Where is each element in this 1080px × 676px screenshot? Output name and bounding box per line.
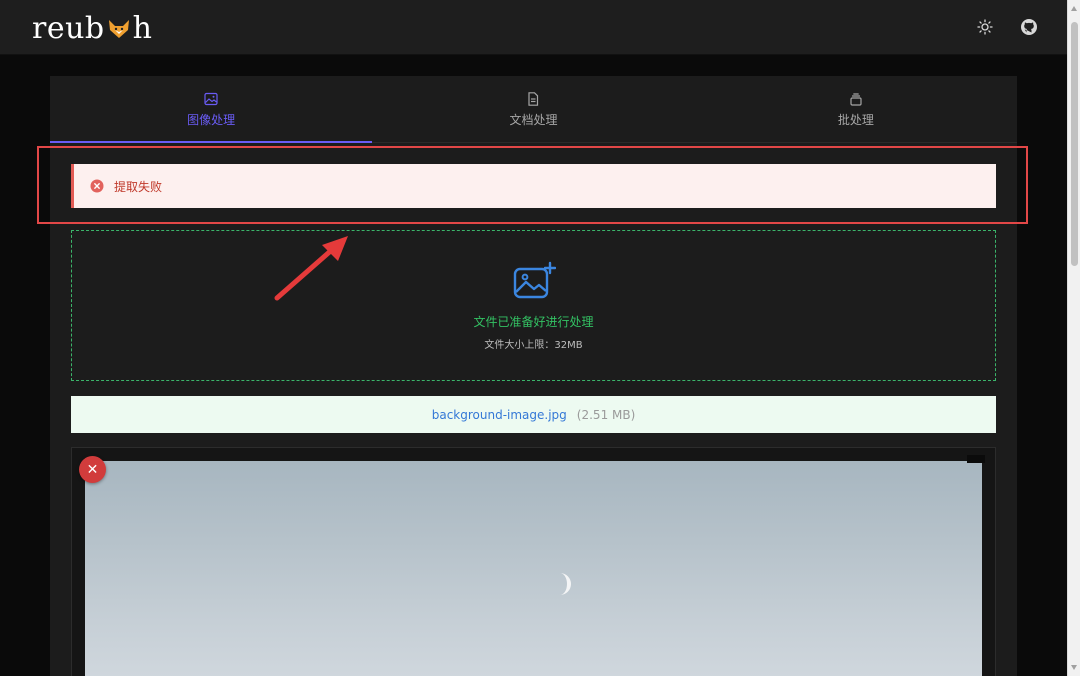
logo-text-left: reub [32, 10, 105, 46]
tab-document-processing[interactable]: 文档处理 [372, 76, 694, 142]
tab-label: 文档处理 [509, 112, 558, 127]
scrollbar-thumb[interactable] [1071, 22, 1078, 266]
top-bar: reub h [0, 0, 1080, 55]
tab-bar: 图像处理 文档处理 批处理 [50, 76, 1017, 143]
remove-image-button[interactable]: ✕ [79, 456, 106, 483]
app-logo[interactable]: reub h [32, 10, 152, 46]
file-info-bar: background-image.jpg (2.51 MB) [71, 396, 996, 433]
file-size: (2.51 MB) [576, 407, 636, 422]
image-preview [85, 461, 982, 676]
image-icon [204, 92, 218, 105]
scroll-up-arrow[interactable] [1071, 6, 1077, 11]
github-link[interactable] [1018, 16, 1040, 38]
github-icon [1021, 19, 1037, 35]
tab-batch-processing[interactable]: 批处理 [695, 76, 1017, 142]
logo-text-right: h [132, 10, 153, 46]
annotation-highlight-box [37, 146, 1028, 224]
image-add-icon [513, 261, 556, 298]
tab-label: 图像处理 [187, 112, 236, 127]
layers-icon [850, 92, 862, 106]
scroll-down-arrow[interactable] [1071, 665, 1077, 670]
dropzone-size-limit: 文件大小上限：32MB [484, 339, 583, 351]
document-icon [528, 91, 539, 106]
fox-icon [108, 20, 129, 38]
dropzone-status: 文件已准备好进行处理 [473, 314, 594, 329]
theme-toggle-button[interactable] [974, 16, 996, 38]
file-name-link[interactable]: background-image.jpg [432, 408, 567, 422]
preview-corner-tab [967, 455, 985, 463]
annotation-arrow-icon [274, 236, 348, 301]
page-scrollbar[interactable] [1067, 0, 1080, 676]
sun-icon [977, 19, 993, 35]
tab-label: 批处理 [837, 112, 874, 127]
moon-icon [560, 573, 571, 595]
tab-image-processing[interactable]: 图像处理 [50, 76, 373, 143]
file-dropzone[interactable]: 文件已准备好进行处理 文件大小上限：32MB [71, 230, 996, 381]
